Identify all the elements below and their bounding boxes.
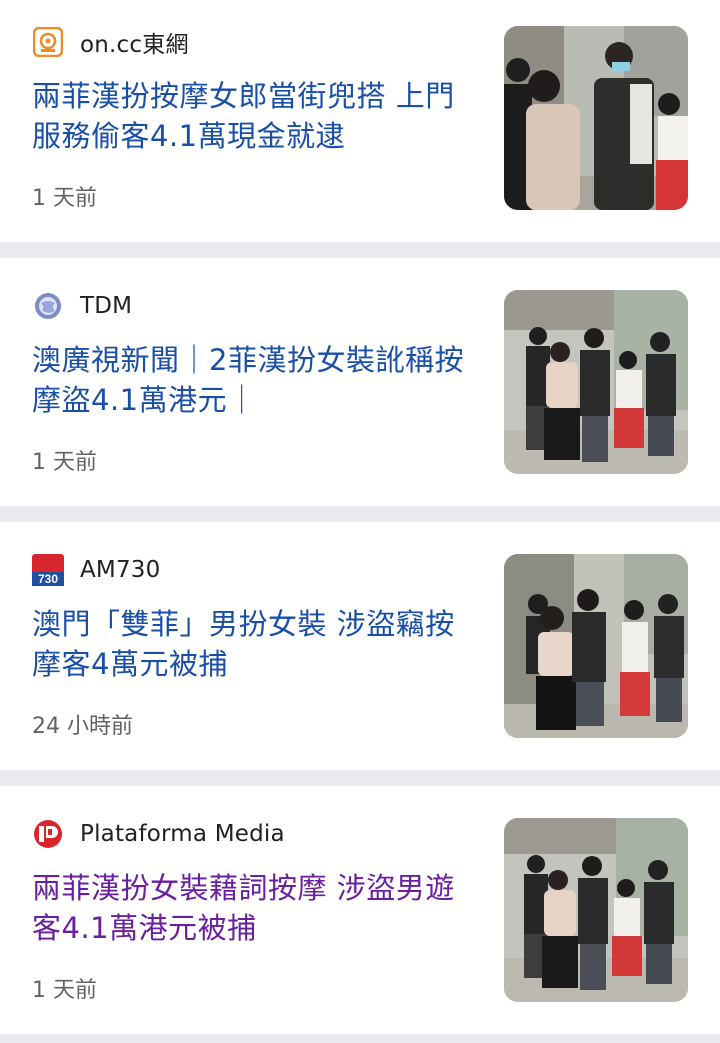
source-name: Plataforma Media: [80, 821, 285, 847]
article-thumbnail[interactable]: [504, 818, 688, 1002]
news-card[interactable]: 730 AM730 澳門「雙菲」男扮女裝 涉盜竊按摩客4萬元被捕 24 小時前: [0, 522, 720, 770]
article-thumbnail[interactable]: [504, 290, 688, 474]
article-headline[interactable]: 澳門「雙菲」男扮女裝 涉盜竊按摩客4萬元被捕: [32, 604, 472, 684]
am730-logo-icon: 730: [32, 554, 64, 586]
article-headline[interactable]: 兩菲漢扮女裝藉詞按摩 涉盜男遊客4.1萬港元被捕: [32, 868, 472, 948]
article-timestamp: 1 天前: [32, 978, 97, 1003]
article-thumbnail[interactable]: [504, 554, 688, 738]
news-card[interactable]: Plataforma Media 兩菲漢扮女裝藉詞按摩 涉盜男遊客4.1萬港元被…: [0, 786, 720, 1034]
article-timestamp: 1 天前: [32, 450, 97, 475]
news-source: 730 AM730: [32, 554, 160, 586]
article-timestamp: 24 小時前: [32, 714, 133, 739]
news-feed: on.cc東網 兩菲漢扮按摩女郎當街兜搭 上門服務偷客4.1萬現金就逮 1 天前: [0, 0, 720, 1043]
news-source: on.cc東網: [32, 26, 189, 58]
article-thumbnail[interactable]: [504, 26, 688, 210]
article-timestamp: 1 天前: [32, 186, 97, 211]
source-name: TDM: [80, 293, 133, 319]
article-headline[interactable]: 兩菲漢扮按摩女郎當街兜搭 上門服務偷客4.1萬現金就逮: [32, 76, 472, 156]
article-headline[interactable]: 澳廣視新聞｜2菲漢扮女裝訛稱按摩盜4.1萬港元｜: [32, 340, 472, 420]
source-name: on.cc東網: [80, 32, 189, 58]
source-name: AM730: [80, 557, 161, 583]
plataforma-logo-icon: [32, 818, 64, 850]
globe-icon: [32, 290, 64, 322]
news-source: TDM: [32, 290, 132, 322]
news-card[interactable]: on.cc東網 兩菲漢扮按摩女郎當街兜搭 上門服務偷客4.1萬現金就逮 1 天前: [0, 0, 720, 242]
news-card[interactable]: TDM 澳廣視新聞｜2菲漢扮女裝訛稱按摩盜4.1萬港元｜ 1 天前: [0, 258, 720, 506]
news-source: Plataforma Media: [32, 818, 285, 850]
oncc-logo-icon: [32, 26, 64, 58]
am730-logo-text: 730: [38, 572, 58, 586]
